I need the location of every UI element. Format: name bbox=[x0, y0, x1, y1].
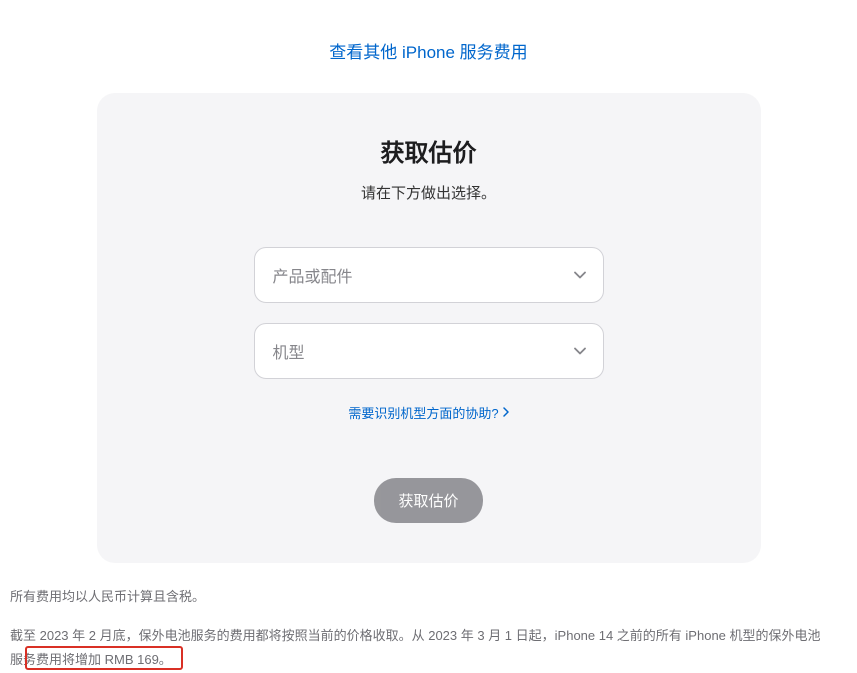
get-estimate-button[interactable]: 获取估价 bbox=[374, 478, 482, 523]
product-select[interactable]: 产品或配件 bbox=[254, 247, 604, 303]
footnote-price-change: 截至 2023 年 2 月底，保外电池服务的费用都将按照当前的价格收取。从 20… bbox=[10, 624, 830, 673]
model-select[interactable]: 机型 bbox=[254, 323, 604, 379]
card-subtitle: 请在下方做出选择。 bbox=[137, 182, 721, 203]
footnotes: 所有费用均以人民币计算且含税。 截至 2023 年 2 月底，保外电池服务的费用… bbox=[10, 585, 830, 673]
chevron-right-icon bbox=[503, 405, 509, 420]
footnote-tax: 所有费用均以人民币计算且含税。 bbox=[10, 585, 830, 610]
product-select-label: 产品或配件 bbox=[273, 263, 353, 287]
model-select-label: 机型 bbox=[273, 339, 305, 363]
estimate-card: 获取估价 请在下方做出选择。 产品或配件 机型 需要识别机型方面的协助? 获取估… bbox=[97, 93, 761, 563]
card-title: 获取估价 bbox=[137, 133, 721, 168]
chevron-down-icon bbox=[573, 344, 587, 358]
chevron-down-icon bbox=[573, 268, 587, 282]
identify-model-help-link[interactable]: 需要识别机型方面的协助? bbox=[348, 403, 508, 422]
other-iphone-service-link[interactable]: 查看其他 iPhone 服务费用 bbox=[329, 43, 527, 62]
help-link-label: 需要识别机型方面的协助? bbox=[348, 403, 498, 422]
